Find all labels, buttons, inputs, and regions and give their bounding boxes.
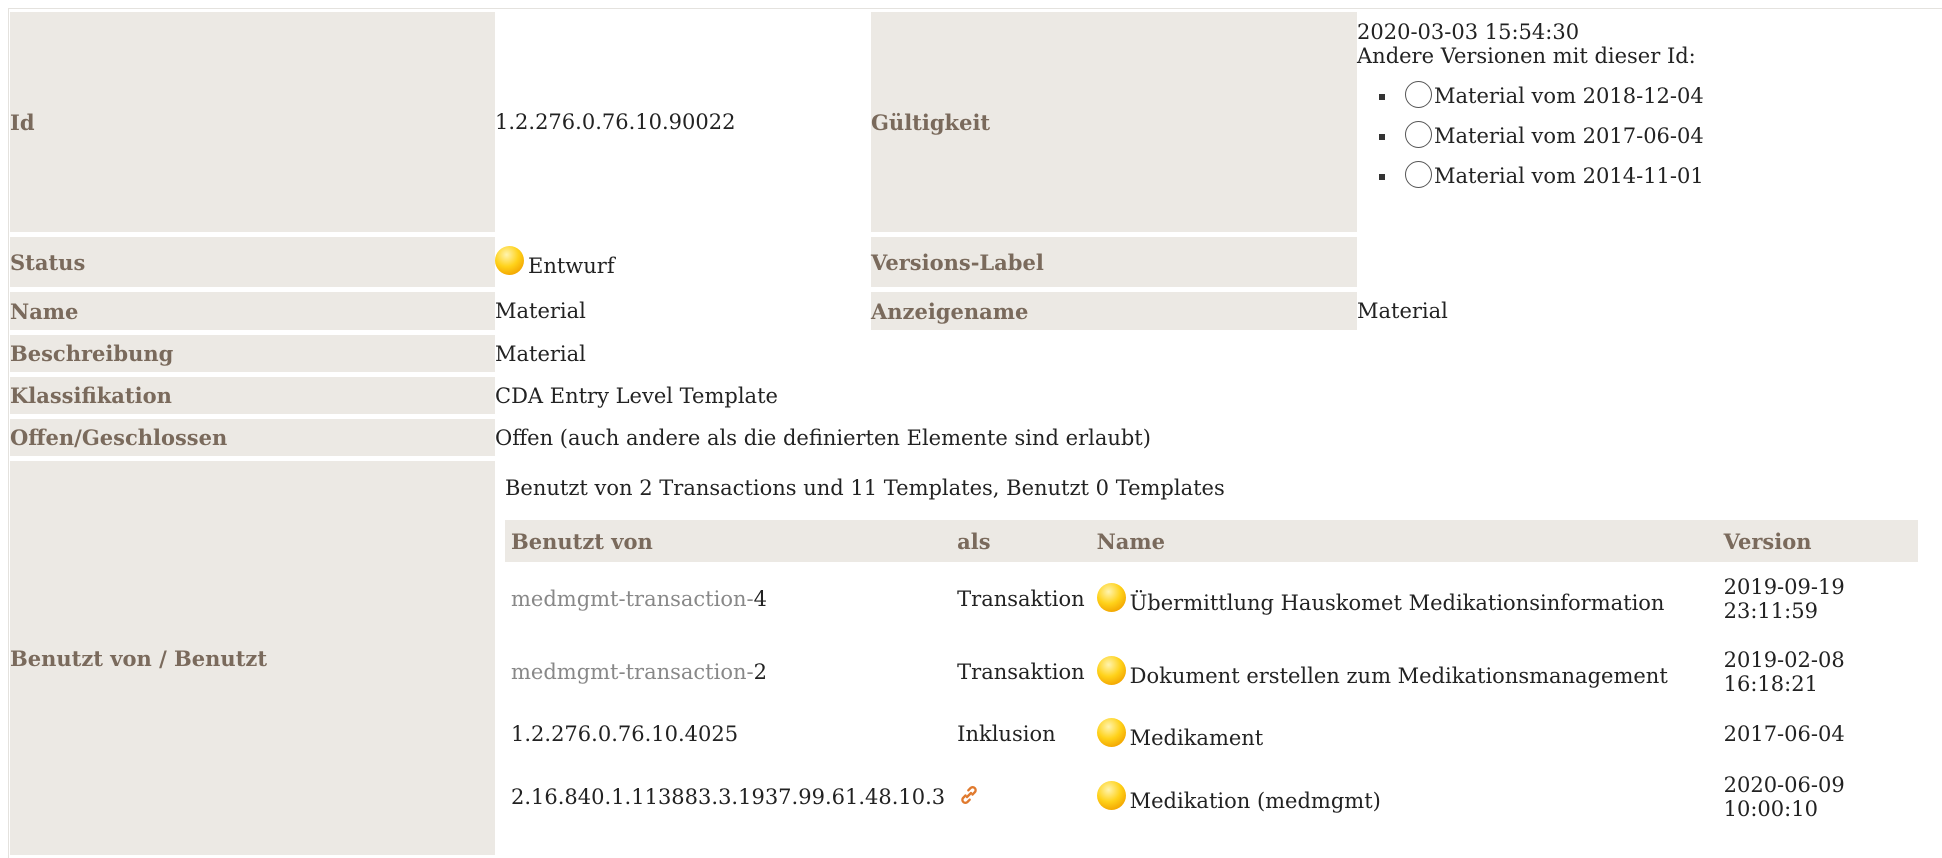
status-value: Entwurf xyxy=(528,254,615,278)
other-versions-list: Material vom 2018-12-04 Material vom 201… xyxy=(1357,74,1937,194)
version-item[interactable]: Material vom 2014-11-01 xyxy=(1379,154,1937,194)
name-value: Material xyxy=(495,299,586,323)
usage-summary: Benutzt von 2 Transactions und 11 Templa… xyxy=(505,476,1225,500)
status-draft-icon xyxy=(1096,718,1126,747)
classification-value: CDA Entry Level Template xyxy=(495,383,778,408)
transaction-link-suffix[interactable]: 4 xyxy=(754,587,767,611)
version-date: 2019-09-19 xyxy=(1723,574,1845,599)
validity-cell: 2020-03-03 15:54:30 Andere Versionen mit… xyxy=(1357,12,1937,287)
template-details-table: Id 1.2.276.0.76.10.90022 Gültigkeit 2020… xyxy=(10,12,1937,855)
column-header-as[interactable]: als xyxy=(951,520,1091,562)
used-by-cell[interactable]: medmgmt-transaction-4 xyxy=(505,562,951,635)
status-draft-icon xyxy=(1096,582,1126,612)
transaction-link-prefix[interactable]: medmgmt-transaction- xyxy=(511,660,754,684)
open-closed-label: Offen/Geschlossen xyxy=(10,419,495,456)
other-versions-label: Andere Versionen mit dieser Id: xyxy=(1357,44,1696,68)
table-row[interactable]: medmgmt-transaction-4 Transaktion Übermi… xyxy=(505,562,1918,635)
status-draft-icon xyxy=(495,246,524,275)
column-header-version[interactable]: Version xyxy=(1717,520,1918,562)
table-row[interactable]: medmgmt-transaction-2 Transaktion Dokume… xyxy=(505,635,1918,708)
version-item-label: Material vom 2014-11-01 xyxy=(1434,164,1704,188)
display-name-value: Material xyxy=(1357,299,1448,323)
link-icon[interactable] xyxy=(957,783,981,807)
id-label: Id xyxy=(10,12,495,232)
version-item[interactable]: Material vom 2018-12-04 xyxy=(1379,74,1937,114)
radio-button[interactable] xyxy=(1405,121,1432,148)
bullet-icon xyxy=(1379,174,1385,180)
version-time: 10:00:10 xyxy=(1723,796,1818,821)
name-cell[interactable]: Dokument erstellen zum Medikationsmanage… xyxy=(1091,635,1718,708)
version-item-label: Material vom 2018-12-04 xyxy=(1434,84,1704,108)
version-time: 16:18:21 xyxy=(1723,671,1818,696)
version-item[interactable]: Material vom 2017-06-04 xyxy=(1379,114,1937,154)
row-name: Medikation (medmgmt) xyxy=(1129,788,1381,813)
version-item-label: Material vom 2017-06-04 xyxy=(1434,124,1704,148)
name-cell[interactable]: Medikation (medmgmt) xyxy=(1091,760,1718,833)
radio-button[interactable] xyxy=(1405,81,1432,108)
bullet-icon xyxy=(1379,134,1385,140)
used-by-cell[interactable]: medmgmt-transaction-2 xyxy=(505,635,951,708)
usage-table: Benutzt von als Name Version medmgmt-tra… xyxy=(505,520,1918,833)
transaction-link-prefix[interactable]: medmgmt-transaction- xyxy=(511,587,754,611)
version-cell: 2017-06-04 xyxy=(1718,708,1918,760)
version-time: 23:11:59 xyxy=(1723,598,1818,623)
as-cell: Inklusion xyxy=(957,722,1056,746)
transaction-link-suffix[interactable]: 2 xyxy=(754,660,767,684)
template-id[interactable]: 1.2.276.0.76.10.4025 xyxy=(511,722,738,746)
table-row[interactable]: 1.2.276.0.76.10.4025 Inklusion Medikamen… xyxy=(505,708,1918,760)
id-value: 1.2.276.0.76.10.90022 xyxy=(495,110,736,134)
version-label-label: Versions-Label xyxy=(871,237,1357,287)
usage-label: Benutzt von / Benutzt xyxy=(10,461,495,855)
open-closed-value: Offen (auch andere als die definierten E… xyxy=(495,425,1151,450)
column-header-used-by[interactable]: Benutzt von xyxy=(505,520,952,562)
description-label: Beschreibung xyxy=(10,335,495,372)
bullet-icon xyxy=(1379,94,1385,100)
as-cell: Transaktion xyxy=(957,586,1085,611)
version-cell: 2019-09-19 23:11:59 xyxy=(1718,562,1918,635)
validity-date: 2020-03-03 15:54:30 xyxy=(1357,20,1580,44)
template-id[interactable]: 2.16.840.1.113883.3.1937.99.61.48.10.3 xyxy=(511,785,945,809)
version-cell: 2020-06-09 10:00:10 xyxy=(1718,760,1918,833)
classification-label: Klassifikation xyxy=(10,377,495,414)
as-cell[interactable] xyxy=(951,760,1090,833)
column-header-name[interactable]: Name xyxy=(1090,520,1718,562)
usage-cell: Benutzt von 2 Transactions und 11 Templa… xyxy=(495,461,1937,855)
table-row[interactable]: 2.16.840.1.113883.3.1937.99.61.48.10.3 M… xyxy=(505,760,1918,833)
version-cell: 2019-02-08 16:18:21 xyxy=(1718,635,1918,708)
used-by-cell[interactable]: 1.2.276.0.76.10.4025 xyxy=(505,708,951,760)
validity-label: Gültigkeit xyxy=(871,12,1357,232)
name-cell[interactable]: Medikament xyxy=(1091,708,1718,760)
status-value-cell: Entwurf xyxy=(495,237,871,287)
status-label: Status xyxy=(10,237,495,287)
radio-button[interactable] xyxy=(1405,161,1432,188)
status-draft-icon xyxy=(1096,655,1126,685)
name-label: Name xyxy=(10,292,495,330)
version-date: 2020-06-09 xyxy=(1723,772,1845,797)
row-name: Übermittlung Hauskomet Medikationsinform… xyxy=(1129,590,1665,615)
display-name-label: Anzeigename xyxy=(871,292,1357,330)
row-name: Medikament xyxy=(1129,726,1264,750)
version-date: 2019-02-08 xyxy=(1723,647,1845,672)
row-name: Dokument erstellen zum Medikationsmanage… xyxy=(1129,663,1668,688)
as-cell: Transaktion xyxy=(957,659,1085,684)
description-value: Material xyxy=(495,341,586,366)
version-date: 2017-06-04 xyxy=(1723,722,1845,746)
name-cell[interactable]: Übermittlung Hauskomet Medikationsinform… xyxy=(1091,562,1718,635)
used-by-cell[interactable]: 2.16.840.1.113883.3.1937.99.61.48.10.3 xyxy=(505,760,951,833)
status-draft-icon xyxy=(1096,780,1126,810)
